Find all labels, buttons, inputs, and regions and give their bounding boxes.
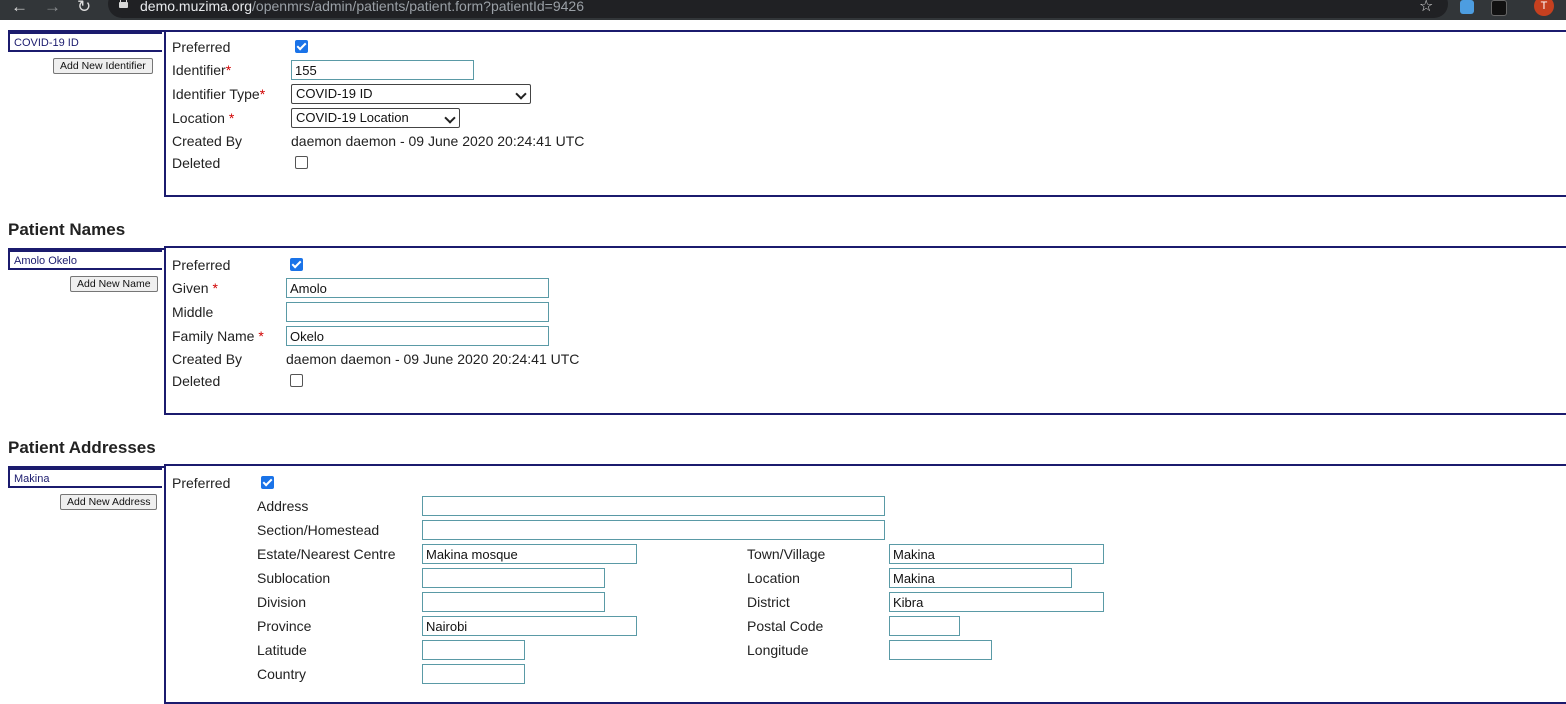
estate-nearest-centre-input[interactable]	[422, 544, 637, 564]
province-label: Province	[257, 618, 312, 634]
town-village-label: Town/Village	[747, 546, 826, 562]
identifier-deleted-checkbox[interactable]	[295, 156, 308, 169]
reload-icon[interactable]: ↻	[77, 0, 91, 17]
add-new-name-button[interactable]: Add New Name	[70, 276, 158, 292]
longitude-label: Longitude	[747, 642, 809, 658]
identifier-deleted-label: Deleted	[172, 155, 221, 171]
identifier-preferred-checkbox[interactable]	[295, 40, 308, 53]
province-input[interactable]	[422, 616, 637, 636]
name-preferred-label: Preferred	[172, 257, 231, 273]
postal-code-input[interactable]	[889, 616, 960, 636]
identifier-tab[interactable]: COVID-19 ID	[8, 32, 162, 52]
address-preferred-checkbox[interactable]	[261, 476, 274, 489]
patient-addresses-heading: Patient Addresses	[8, 438, 156, 457]
given-name-label: Given *	[172, 280, 218, 296]
identifier-created-by-label: Created By	[172, 133, 243, 149]
identifier-location-label: Location *	[172, 110, 235, 126]
patient-names-heading: Patient Names	[8, 220, 126, 239]
name-preferred-checkbox[interactable]	[290, 258, 303, 271]
add-new-identifier-button[interactable]: Add New Identifier	[53, 58, 153, 74]
location-input[interactable]	[889, 568, 1072, 588]
bookmark-star-icon[interactable]: ☆	[1419, 0, 1433, 17]
latitude-input[interactable]	[422, 640, 525, 660]
identifier-label: Identifier*	[172, 62, 232, 78]
division-input[interactable]	[422, 592, 605, 612]
chevron-down-icon	[515, 88, 527, 100]
forward-arrow-icon[interactable]: →	[44, 0, 61, 17]
country-label: Country	[257, 666, 307, 682]
postal-code-label: Postal Code	[747, 618, 824, 634]
lock-icon	[119, 0, 128, 8]
name-created-by-label: Created By	[172, 351, 243, 367]
identifier-type-label: Identifier Type*	[172, 86, 266, 102]
identifier-input[interactable]	[291, 60, 474, 80]
identifier-created-by-value: daemon daemon - 09 June 2020 20:24:41 UT…	[291, 133, 585, 149]
estate-nearest-centre-label: Estate/Nearest Centre	[257, 546, 396, 562]
sublocation-input[interactable]	[422, 568, 605, 588]
town-village-input[interactable]	[889, 544, 1104, 564]
chevron-down-icon	[444, 112, 456, 124]
add-new-address-button[interactable]: Add New Address	[60, 494, 158, 510]
middle-name-input[interactable]	[286, 302, 549, 322]
back-arrow-icon[interactable]: ←	[11, 0, 28, 17]
name-deleted-checkbox[interactable]	[290, 374, 303, 387]
longitude-input[interactable]	[889, 640, 992, 660]
url-text[interactable]: demo.muzima.org/openmrs/admin/patients/p…	[140, 0, 584, 15]
name-created-by-value: daemon daemon - 09 June 2020 20:24:41 UT…	[286, 351, 580, 367]
location-label: Location	[747, 570, 800, 586]
address-label: Address	[257, 498, 309, 514]
section-homestead-input[interactable]	[422, 520, 885, 540]
sync-extension-icon[interactable]	[1460, 0, 1474, 14]
identifier-preferred-label: Preferred	[172, 39, 231, 55]
address-input[interactable]	[422, 496, 885, 516]
cast-extension-icon[interactable]	[1491, 0, 1507, 16]
district-label: District	[747, 594, 790, 610]
name-tab[interactable]: Amolo Okelo	[8, 250, 162, 270]
name-deleted-label: Deleted	[172, 373, 221, 389]
latitude-label: Latitude	[257, 642, 307, 658]
division-label: Division	[257, 594, 307, 610]
identifier-type-select[interactable]: COVID-19 ID	[291, 84, 531, 104]
address-tab[interactable]: Makina	[8, 468, 162, 488]
country-input[interactable]	[422, 664, 525, 684]
family-name-label: Family Name *	[172, 328, 264, 344]
section-homestead-label: Section/Homestead	[257, 522, 380, 538]
sublocation-label: Sublocation	[257, 570, 331, 586]
identifier-location-select[interactable]: COVID-19 Location	[291, 108, 460, 128]
address-preferred-label: Preferred	[172, 475, 231, 491]
district-input[interactable]	[889, 592, 1104, 612]
family-name-input[interactable]	[286, 326, 549, 346]
given-name-input[interactable]	[286, 278, 549, 298]
middle-name-label: Middle	[172, 304, 214, 320]
